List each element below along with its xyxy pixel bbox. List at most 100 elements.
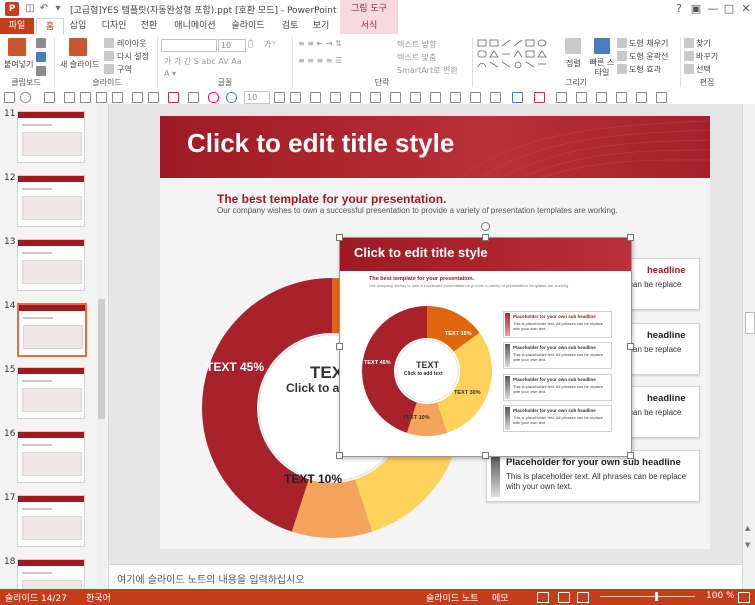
inserted-slide-picture[interactable]: Click to edit title style The best templ… [339, 237, 632, 457]
color-icon[interactable] [208, 92, 219, 103]
textbox-icon[interactable] [310, 92, 321, 103]
shadow-icon[interactable] [556, 92, 567, 103]
thumbnail-scrollbar[interactable] [97, 104, 106, 589]
slide-thumbnail-11[interactable] [17, 111, 85, 163]
rotate-icon[interactable] [636, 92, 647, 103]
resize-handle-n[interactable] [482, 234, 489, 241]
preview-icon[interactable] [112, 92, 123, 103]
tab-slideshow[interactable]: 슬라이드 쇼 [226, 18, 270, 47]
line-icon[interactable] [350, 92, 361, 103]
slide-sorter-icon[interactable] [558, 592, 570, 603]
tab-view[interactable]: 보기 [309, 18, 333, 34]
link-icon[interactable] [188, 92, 199, 103]
3d-icon[interactable] [576, 92, 587, 103]
smartart-button[interactable]: SmartArt로 변환 [397, 65, 458, 76]
slide-subtitle-body[interactable]: Our company wishes to own a successful p… [217, 206, 618, 215]
group-icon[interactable] [596, 92, 607, 103]
shrink-font-icon[interactable]: 가̌ [264, 39, 271, 50]
align-icon[interactable]: ≡ ≡ ≡ ≡ ☰ [298, 56, 342, 65]
headline-box-4[interactable]: Placeholder for your own sub headline Th… [486, 450, 700, 502]
dash-style-icon[interactable] [470, 92, 481, 103]
theme-icon[interactable] [226, 92, 237, 103]
open-icon[interactable] [80, 92, 91, 103]
copy-icon[interactable] [132, 92, 143, 103]
align-icon[interactable] [616, 92, 627, 103]
slide-thumbnail-15[interactable] [17, 367, 85, 419]
reset-button[interactable]: 다시 설정 [117, 51, 149, 62]
slide-thumbnail-16[interactable] [17, 431, 85, 483]
layout-button[interactable]: 레이아웃 [117, 38, 146, 49]
cut-icon[interactable] [36, 38, 46, 48]
help-button[interactable]: ? [672, 2, 686, 16]
line-color-icon[interactable] [534, 92, 545, 103]
save-icon[interactable] [4, 92, 15, 103]
find-button[interactable]: 찾기 [696, 38, 711, 49]
grow-font-icon[interactable]: 가̂ [248, 39, 253, 48]
zoom-level[interactable]: 100 % [706, 591, 735, 601]
slide-thumbnail-18[interactable] [17, 559, 85, 589]
curve-icon[interactable] [410, 92, 421, 103]
drawbar-size-combo[interactable]: 10 [244, 91, 270, 104]
resize-handle-s[interactable] [482, 452, 489, 459]
tab-file[interactable]: 파일 [0, 18, 34, 34]
scroll-up-icon[interactable]: ▲ [745, 524, 750, 532]
zoom-slider-knob[interactable] [655, 592, 658, 601]
rectangle-icon[interactable] [330, 92, 341, 103]
new-slide-icon[interactable] [69, 38, 87, 56]
maximize-button[interactable]: □ [722, 2, 736, 16]
font-name-combo[interactable] [161, 39, 217, 52]
notes-placeholder[interactable]: 여기에 슬라이드 노트의 내용을 입력하십시오 [117, 571, 305, 586]
bullets-icon[interactable]: ≡ ≡ ⇤ ⇥ ⇅ [298, 39, 342, 48]
slide-thumbnail-13[interactable] [17, 239, 85, 291]
thumbnail-scroll-thumb[interactable] [98, 299, 105, 419]
resize-handle-se[interactable] [627, 452, 634, 459]
align-text-button[interactable]: 텍스트 맞춤 [397, 52, 436, 63]
zoom-slider[interactable] [600, 596, 695, 597]
slide-thumbnail-14[interactable] [17, 303, 87, 357]
close-button[interactable]: ✕ [739, 2, 753, 16]
shape-outline-button[interactable]: 도형 윤곽선 [629, 51, 668, 62]
comments-button[interactable]: 메모 [492, 591, 509, 604]
slide-subtitle-heading[interactable]: The best template for your presentation. [217, 192, 446, 206]
fit-to-window-icon[interactable] [738, 592, 750, 603]
print-icon[interactable] [96, 92, 107, 103]
replace-button[interactable]: 바꾸기 [696, 51, 718, 62]
tab-format[interactable]: 서식 [340, 18, 398, 34]
resize-handle-ne[interactable] [627, 234, 634, 241]
undo-icon[interactable]: ↶ [38, 3, 50, 15]
slide-scroll-thumb[interactable] [745, 312, 755, 334]
format-painter-icon[interactable] [36, 66, 46, 76]
arrow-icon[interactable] [370, 92, 381, 103]
redo-icon[interactable] [44, 92, 55, 103]
flip-icon[interactable] [656, 92, 667, 103]
tab-insert[interactable]: 삽입 [66, 18, 90, 34]
arrow-style-icon[interactable] [490, 92, 501, 103]
delete-icon[interactable] [168, 92, 179, 103]
shape-fill-button[interactable]: 도형 채우기 [629, 38, 668, 49]
bold-icon[interactable]: 가 가 간 S abc AV Aa [164, 56, 242, 67]
paste-button[interactable]: 붙여넣기 [4, 59, 33, 70]
slide-title[interactable]: Click to edit title style [187, 128, 454, 159]
tab-animations[interactable]: 애니메이션 [168, 18, 222, 34]
slide-thumbnail-17[interactable] [17, 495, 85, 547]
grow-icon[interactable] [274, 92, 285, 103]
language-indicator[interactable]: 한국어 [86, 591, 111, 604]
slide-scrollbar[interactable]: ▲ ▼ [742, 104, 755, 589]
copy-icon[interactable] [36, 52, 46, 62]
connector-icon[interactable] [390, 92, 401, 103]
resize-handle-sw[interactable] [336, 452, 343, 459]
tab-transitions[interactable]: 전환 [137, 18, 161, 34]
fill-color-icon[interactable] [512, 92, 523, 103]
paste-icon[interactable] [8, 38, 26, 56]
customize-icon[interactable]: ▾ [52, 3, 64, 15]
resize-handle-w[interactable] [336, 343, 343, 350]
tab-design[interactable]: 디자인 [98, 18, 130, 34]
notes-toggle-button[interactable]: 슬라이드 노트 [426, 591, 479, 604]
resize-handle-nw[interactable] [336, 234, 343, 241]
save-icon[interactable]: ◫ [24, 3, 36, 15]
shapes-gallery[interactable] [477, 38, 551, 72]
rotate-handle[interactable] [481, 222, 490, 231]
shrink-icon[interactable] [290, 92, 301, 103]
arrange-button[interactable]: 정렬 [566, 58, 581, 69]
line-style-icon[interactable] [450, 92, 461, 103]
